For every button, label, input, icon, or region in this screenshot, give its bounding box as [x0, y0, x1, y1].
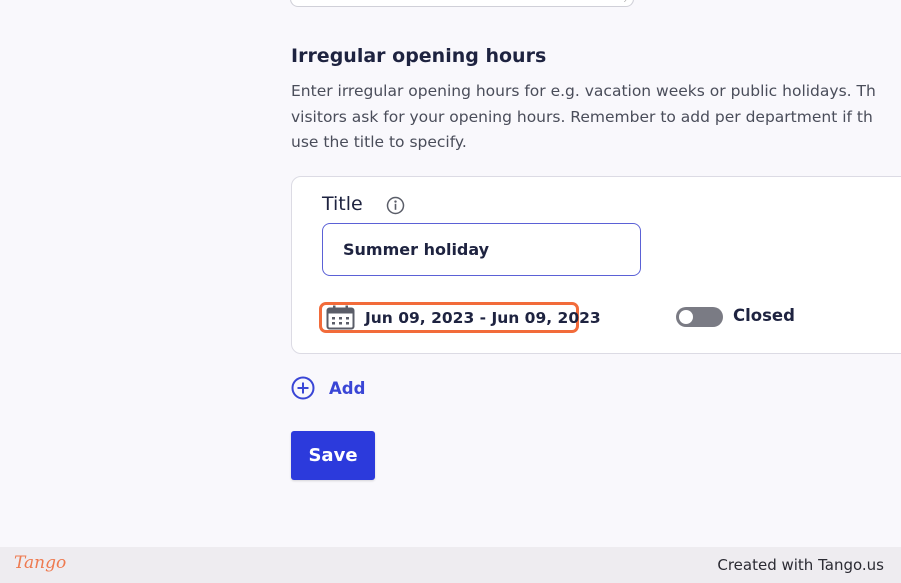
footer-credit[interactable]: Created with Tango.us — [717, 556, 884, 574]
title-input[interactable] — [322, 223, 641, 276]
footer-bar: Tango Created with Tango.us — [0, 547, 901, 583]
toggle-knob — [679, 310, 693, 324]
date-range-text: Jun 09, 2023 - Jun 09, 2023 — [365, 308, 601, 327]
closed-label: Closed — [733, 306, 795, 325]
description-line: Enter irregular opening hours for e.g. v… — [291, 82, 876, 100]
save-button[interactable]: Save — [291, 431, 375, 480]
closed-toggle[interactable] — [676, 307, 723, 327]
resize-handle-icon[interactable]: ⟋ — [624, 0, 631, 5]
section-heading: Irregular opening hours — [291, 45, 547, 67]
description-line: use the title to specify. — [291, 133, 467, 151]
tango-logo[interactable]: Tango — [14, 553, 66, 573]
calendar-icon — [326, 305, 355, 330]
date-range-picker[interactable]: Jun 09, 2023 - Jun 09, 2023 — [319, 302, 601, 333]
info-icon[interactable] — [386, 196, 405, 219]
plus-circle-icon — [291, 376, 315, 400]
description-line: visitors ask for your opening hours. Rem… — [291, 107, 873, 126]
previous-textarea[interactable]: ⟋ — [290, 0, 634, 7]
add-label: Add — [329, 378, 366, 398]
section-description: Enter irregular opening hours for e.g. v… — [291, 79, 901, 156]
add-entry-button[interactable]: Add — [291, 375, 365, 401]
settings-page: ⟋ Irregular opening hours Enter irregula… — [0, 0, 901, 547]
title-label: Title — [322, 193, 363, 215]
